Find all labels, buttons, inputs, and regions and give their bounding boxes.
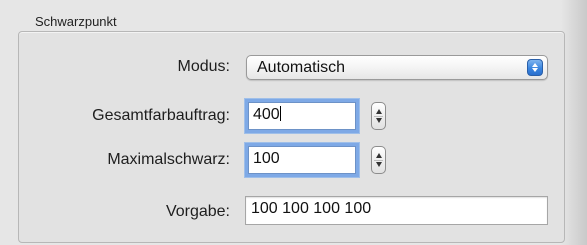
mode-label: Modus: bbox=[177, 58, 230, 75]
stepper-down-icon[interactable] bbox=[376, 118, 382, 123]
total-ink-field[interactable]: 400 bbox=[248, 102, 356, 130]
max-black-stepper[interactable] bbox=[371, 146, 386, 174]
default-value: 100 100 100 100 bbox=[251, 200, 372, 217]
mode-select[interactable]: Automatisch bbox=[246, 55, 548, 80]
max-black-value: 100 bbox=[253, 150, 280, 167]
max-black-label: Maximalschwarz: bbox=[107, 151, 230, 168]
chevron-up-down-icon bbox=[527, 59, 543, 76]
total-ink-label: Gesamtfarbauftrag: bbox=[92, 107, 230, 124]
stepper-up-icon[interactable] bbox=[376, 153, 382, 158]
stepper-up-icon[interactable] bbox=[376, 109, 382, 114]
total-ink-stepper[interactable] bbox=[371, 102, 386, 130]
max-black-field[interactable]: 100 bbox=[248, 146, 356, 174]
total-ink-value: 400 bbox=[253, 106, 280, 123]
group-title: Schwarzpunkt bbox=[35, 14, 117, 29]
default-label: Vorgabe: bbox=[165, 203, 230, 220]
default-field[interactable]: 100 100 100 100 bbox=[245, 196, 548, 225]
mode-select-value: Automatisch bbox=[257, 59, 346, 76]
text-caret bbox=[279, 106, 281, 121]
stepper-down-icon[interactable] bbox=[376, 162, 382, 167]
